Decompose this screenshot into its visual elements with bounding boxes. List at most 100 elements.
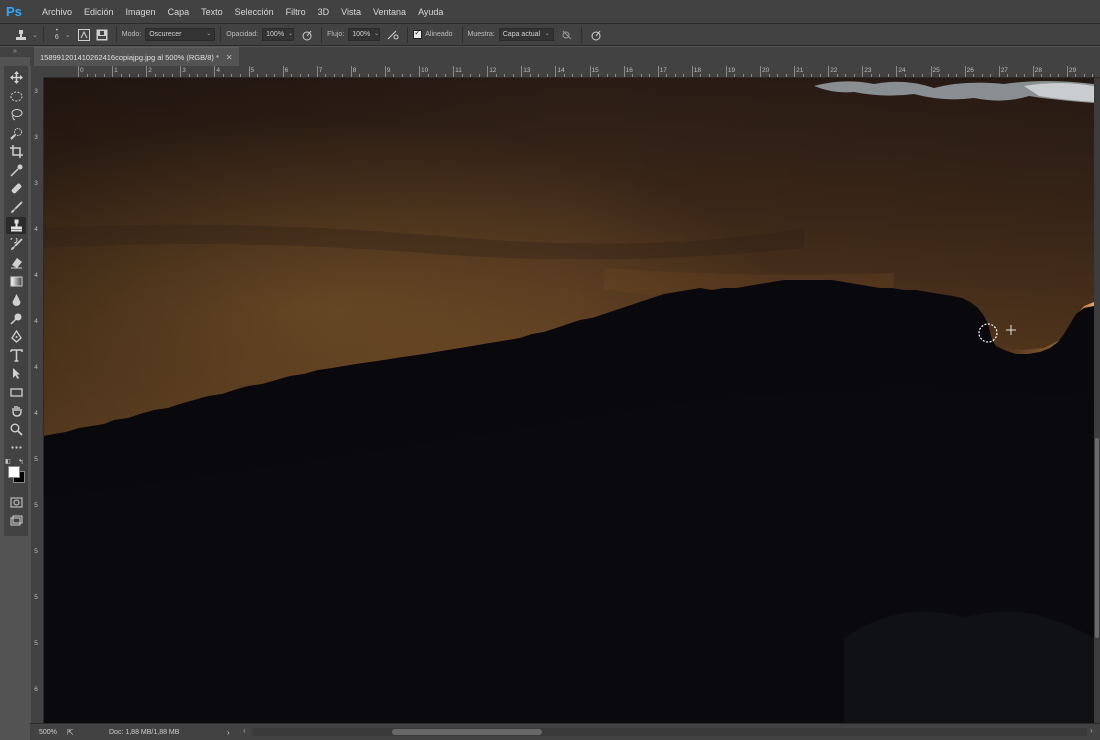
pen-icon[interactable] — [6, 328, 26, 345]
document-tab[interactable]: 158991201410262416copiajpg.jpg al 500% (… — [34, 47, 239, 66]
ruler-label: 9 — [386, 67, 391, 74]
brush-size-picker[interactable]: • 6 — [49, 28, 65, 42]
photoshop-logo: Ps — [6, 3, 22, 19]
ruler-label: 11 — [455, 67, 462, 74]
ruler-label: 5 — [34, 502, 38, 509]
screen-mode-icon[interactable] — [6, 512, 26, 529]
menu-bar: Ps Archivo Edición Imagen Capa Texto Sel… — [0, 0, 1100, 24]
brush-icon[interactable] — [6, 199, 26, 216]
ignore-adjustment-layers-icon[interactable] — [560, 28, 574, 42]
more-tools-icon[interactable] — [6, 439, 26, 456]
ruler-label: 25 — [932, 67, 940, 74]
menu-texto[interactable]: Texto — [195, 0, 229, 24]
collapse-panels-icon[interactable]: » — [0, 47, 30, 57]
close-tab-icon[interactable]: ✕ — [226, 53, 233, 62]
horizontal-scrollbar-thumb[interactable] — [392, 729, 542, 735]
crop-icon[interactable] — [6, 143, 26, 160]
foreground-color-swatch[interactable] — [8, 465, 20, 478]
ruler-label: 27 — [1000, 67, 1008, 74]
quick-mask-icon[interactable] — [6, 494, 26, 511]
menu-seleccion[interactable]: Selección — [229, 0, 280, 24]
menu-vista[interactable]: Vista — [335, 0, 367, 24]
menu-ayuda[interactable]: Ayuda — [412, 0, 449, 24]
dodge-icon[interactable] — [6, 310, 26, 327]
zoom-icon[interactable] — [6, 421, 26, 438]
vertical-ruler: 3 3 3 4 4 4 4 4 5 5 5 5 5 6 — [31, 78, 44, 723]
divider — [407, 26, 409, 43]
sample-select[interactable]: Capa actual ⌄ — [498, 28, 554, 41]
vertical-scrollbar-thumb[interactable] — [1095, 438, 1099, 638]
flow-field[interactable]: 100% ⌄ — [348, 28, 381, 41]
healing-brush-icon[interactable] — [6, 180, 26, 197]
blur-icon[interactable] — [6, 291, 26, 308]
status-menu-arrow-icon[interactable]: › — [227, 728, 230, 737]
divider — [115, 26, 117, 43]
aligned-checkbox[interactable] — [413, 28, 423, 39]
ruler-tick — [725, 66, 727, 77]
opacity-label: Opacidad: — [226, 31, 259, 38]
menu-ventana[interactable]: Ventana — [367, 0, 412, 24]
menu-imagen[interactable]: Imagen — [120, 0, 162, 24]
chevron-down-icon[interactable]: ⌄ — [65, 31, 71, 39]
mode-label: Modo: — [121, 31, 142, 38]
lasso-icon[interactable] — [6, 106, 26, 123]
chevron-down-icon[interactable]: ⌄ — [32, 31, 38, 39]
marquee-icon[interactable] — [6, 88, 26, 105]
horizontal-scrollbar[interactable] — [252, 728, 1087, 736]
document-canvas[interactable] — [44, 78, 1094, 723]
ruler-label: 8 — [352, 67, 357, 74]
menu-capa[interactable]: Capa — [162, 0, 196, 24]
ruler-label: 4 — [34, 364, 38, 371]
menu-3d[interactable]: 3D — [312, 0, 336, 24]
ruler-label: 4 — [34, 226, 38, 233]
menu-archivo[interactable]: Archivo — [36, 0, 78, 24]
opacity-value: 100% — [266, 31, 285, 38]
ruler-label: 7 — [318, 67, 323, 74]
move-icon[interactable] — [6, 69, 26, 86]
eraser-icon[interactable] — [6, 254, 26, 271]
airbrush-icon[interactable] — [386, 28, 400, 42]
scroll-right-icon[interactable]: › — [1090, 726, 1093, 735]
scroll-left-icon[interactable]: ‹ — [243, 726, 246, 735]
ruler-tick — [180, 66, 182, 77]
ruler-label: 3 — [34, 180, 38, 187]
gradient-icon[interactable] — [6, 273, 26, 290]
sample-value: Capa actual — [502, 31, 541, 38]
default-colors-icon[interactable]: ◧ — [5, 458, 11, 465]
clone-stamp-icon[interactable] — [6, 217, 26, 234]
ruler-label: 4 — [34, 410, 38, 417]
ruler-label: 3 — [34, 88, 38, 95]
divider — [220, 26, 222, 43]
pressure-opacity-icon[interactable] — [300, 28, 314, 42]
ruler-tick — [384, 66, 386, 77]
opacity-field[interactable]: 100% ⌄ — [262, 28, 295, 41]
color-swatches: ◧ ↰ — [5, 459, 27, 486]
ruler-label: 19 — [727, 67, 736, 74]
ruler-label: 23 — [864, 67, 872, 74]
pressure-size-icon[interactable] — [589, 28, 603, 42]
menu-edicion[interactable]: Edición — [78, 0, 120, 24]
mode-select[interactable]: Oscurecer ⌄ — [145, 28, 216, 41]
menu-filtro[interactable]: Filtro — [280, 0, 312, 24]
toggle-clone-source-icon[interactable] — [95, 28, 109, 42]
ruler-tick — [760, 66, 761, 77]
type-icon[interactable] — [6, 347, 26, 364]
ruler-tick — [1032, 66, 1034, 77]
hand-icon[interactable] — [6, 402, 26, 419]
history-brush-icon[interactable] — [6, 236, 26, 253]
vertical-scrollbar[interactable] — [1094, 78, 1100, 723]
export-icon[interactable]: ⇱ — [67, 728, 79, 737]
path-selection-icon[interactable] — [6, 365, 26, 382]
eyedropper-icon[interactable] — [6, 162, 26, 179]
ruler-label: 28 — [1034, 67, 1043, 74]
rectangle-icon[interactable] — [6, 384, 26, 401]
swap-colors-icon[interactable]: ↰ — [18, 458, 24, 466]
flow-label: Flujo: — [327, 31, 345, 38]
quick-selection-icon[interactable] — [6, 125, 26, 142]
ruler-tick — [487, 66, 489, 77]
toggle-brush-panel-icon[interactable] — [77, 28, 91, 42]
ruler-tick — [657, 66, 659, 77]
clone-stamp-tool-preset-icon[interactable] — [14, 28, 28, 42]
ruler-tick — [691, 66, 693, 77]
zoom-level-field[interactable]: 500% — [39, 729, 61, 736]
